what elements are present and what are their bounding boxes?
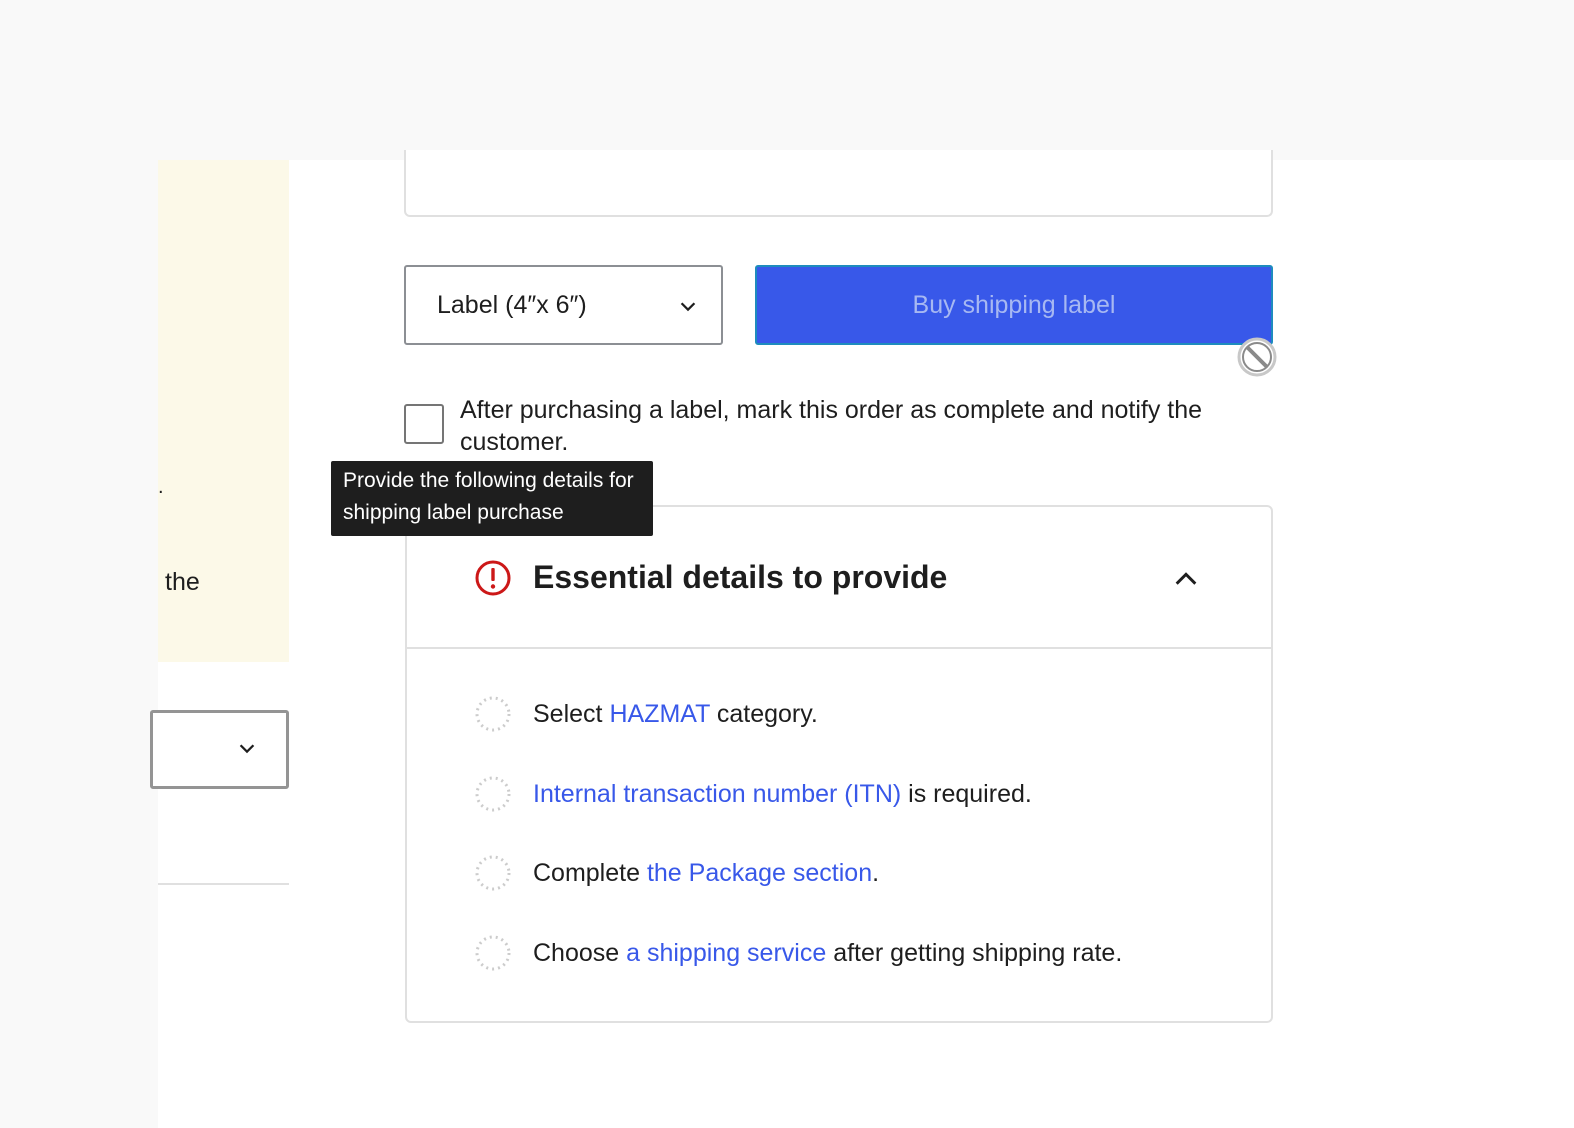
essential-details-title: Essential details to provide [533,559,948,595]
pending-circle-icon [475,776,511,812]
requirement-text: Complete the Package section. [533,858,880,887]
requirement-text: Select HAZMAT category. [533,699,818,728]
requirement-text: Choose a shipping service after getting … [533,938,1123,967]
chevron-up-icon[interactable] [1172,565,1200,593]
pending-circle-icon [475,935,511,971]
requirement-item-package: Complete the Package section. [474,853,879,893]
essential-details-card: Essential details to provide Select HAZM… [405,505,1273,1023]
top-field[interactable] [404,150,1273,217]
pending-circle-icon [475,855,511,891]
mark-complete-checkbox[interactable] [404,404,444,444]
mark-complete-label: After purchasing a label, mark this orde… [460,396,1203,456]
left-gutter [0,160,158,1128]
error-icon [475,560,511,596]
shipping-service-link[interactable]: a shipping service [626,939,826,967]
chevron-down-icon [239,744,255,754]
pending-circle-icon [475,696,511,732]
requirement-text: Internal transaction number (ITN) is req… [533,779,1032,808]
itn-link[interactable]: Internal transaction number (ITN) [533,780,901,808]
buy-shipping-label-text: Buy shipping label [912,290,1116,319]
tooltip: Provide the following details for shippi… [331,461,653,536]
requirement-item-itn: Internal transaction number (ITN) is req… [474,774,1032,814]
label-format-select[interactable]: Label (4″x 6″) [404,265,723,345]
requirement-item-shipping-service: Choose a shipping service after getting … [474,933,1122,973]
sidebar-select[interactable] [150,710,289,789]
chevron-down-icon [680,302,696,312]
top-bar [0,0,1574,160]
package-section-link[interactable]: the Package section [647,859,872,887]
label-format-value: Label (4″x 6″) [437,290,587,319]
buy-shipping-label-button[interactable]: Buy shipping label [755,265,1273,345]
sidebar-divider [158,883,289,885]
requirement-item-hazmat: Select HAZMAT category. [474,694,818,734]
hazmat-link[interactable]: HAZMAT [609,700,709,728]
notice-fragment-text: the [165,568,200,596]
notice-fragment-dot: . [158,476,164,498]
not-allowed-cursor-icon [1237,337,1277,377]
